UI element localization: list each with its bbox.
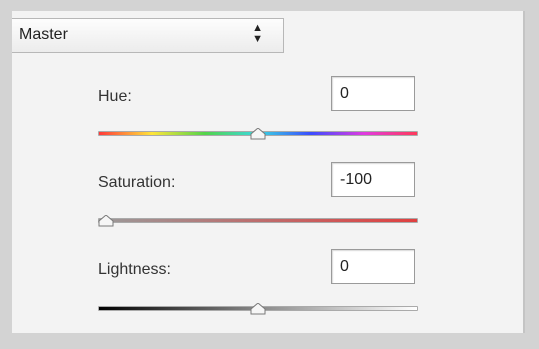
lightness-slider-thumb[interactable] (250, 303, 266, 315)
saturation-label: Saturation: (98, 174, 176, 191)
hue-saturation-panel: Master ▲▼ Hue: Saturation: Lightness: (12, 11, 525, 333)
channel-select[interactable]: Master ▲ ▼ (12, 18, 284, 53)
hue-slider-thumb[interactable] (250, 128, 266, 140)
saturation-slider-track[interactable] (98, 218, 418, 223)
hue-field[interactable] (331, 76, 415, 111)
up-down-arrows-icon: ▲ ▼ (252, 22, 263, 45)
saturation-slider-thumb[interactable] (98, 215, 114, 227)
channel-select-value: Master (19, 26, 68, 43)
saturation-field[interactable] (331, 162, 415, 197)
lightness-field[interactable] (331, 249, 415, 284)
hue-label: Hue: (98, 88, 132, 105)
lightness-label: Lightness: (98, 261, 171, 278)
